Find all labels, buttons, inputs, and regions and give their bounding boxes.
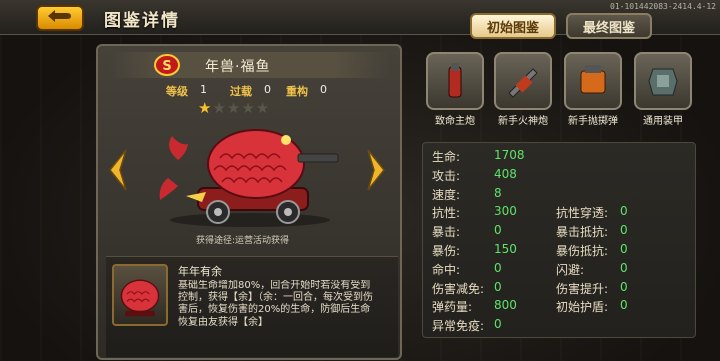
attr-label: 伤害减免:: [432, 281, 485, 296]
page-title: 图鉴详情: [104, 11, 180, 31]
next-arrow-icon[interactable]: [364, 148, 388, 192]
equip-slot-main-cannon[interactable]: [426, 52, 484, 110]
attr-label: 暴伤抵抗:: [556, 244, 609, 258]
attr-label: 异常免疫:: [432, 319, 485, 334]
overload-value: 0: [264, 83, 271, 96]
tab-final-codex[interactable]: 最终图鉴: [566, 13, 652, 39]
attr-label: 抗性:: [432, 206, 461, 221]
star-filled-icon: ★: [198, 99, 213, 117]
star-empty-icon: ★: [212, 99, 227, 117]
attr-value: 0: [620, 242, 628, 256]
attr-label: 初始护盾:: [556, 300, 609, 315]
attr-label: 命中:: [432, 262, 461, 277]
attr-label: 攻击:: [432, 168, 461, 183]
back-arrow-icon: [48, 10, 71, 22]
equip-slot-grenade[interactable]: [564, 52, 622, 110]
attr-value: 0: [494, 223, 502, 238]
attr-label: 速度:: [432, 187, 461, 202]
back-button[interactable]: [36, 5, 84, 31]
attr-value: 8: [494, 185, 502, 200]
cannon-icon: [448, 63, 462, 98]
attr-label: 弹药量:: [432, 300, 473, 315]
equip-label-armor: 通用装甲: [643, 116, 683, 127]
attr-value: 0: [620, 260, 628, 275]
equip-label-main-cannon: 致命主炮: [435, 116, 475, 127]
attr-value: 0: [494, 317, 502, 332]
build-info-text: 01-101442083-2414.4-12: [610, 2, 716, 11]
prev-arrow-icon[interactable]: [106, 148, 130, 192]
attr-value: 800: [494, 298, 517, 313]
star-empty-icon: ★: [255, 99, 271, 117]
attr-value: 300: [494, 204, 517, 219]
grenade-launcher-icon: [580, 65, 606, 94]
attr-label: 抗性穿透:: [556, 206, 609, 221]
attr-label: 暴击抵抗:: [556, 225, 609, 240]
rebuild-value: 0: [320, 83, 327, 96]
unit-name: 年兽·福鱼: [205, 59, 271, 75]
attr-value: 0: [620, 223, 628, 238]
equip-slot-gatling[interactable]: [494, 52, 552, 110]
skill-icon: [112, 264, 168, 326]
equip-label-grenade: 新手抛掷弹: [568, 116, 618, 127]
tab-initial-codex[interactable]: 初始图鉴: [470, 13, 556, 39]
level-value: 1: [200, 83, 207, 96]
vehicle-image: [159, 129, 339, 227]
attr-value: 0: [620, 279, 628, 294]
armor-icon: [648, 68, 678, 96]
attr-value: 0: [620, 204, 628, 219]
origin-text: 获得途径:运营活动获得: [196, 236, 290, 246]
equip-slot-armor[interactable]: [634, 52, 692, 110]
rank-badge-letter: S: [162, 59, 171, 74]
attr-label: 闪避:: [556, 262, 585, 277]
attr-value: 1708: [494, 148, 525, 162]
attr-label: 暴伤:: [432, 244, 461, 258]
attr-value: 408: [494, 166, 517, 181]
attr-value: 0: [494, 260, 502, 275]
overload-label: 过载: [230, 85, 252, 98]
skill-description: 基础生命增加80%，回合开始时若没有受到控制，获得【余】（余：一回合，每次受到伤…: [178, 280, 373, 328]
attr-label: 暴击:: [432, 225, 461, 240]
star-rating: ★★★★★: [198, 99, 270, 117]
attr-label: 伤害提升:: [556, 281, 609, 296]
skill-name: 年年有余: [178, 265, 222, 278]
star-empty-icon: ★: [226, 99, 242, 117]
star-empty-icon: ★: [241, 99, 256, 117]
rebuild-label: 重构: [286, 85, 308, 98]
rank-badge-icon: S: [154, 54, 180, 76]
attr-value: 150: [494, 242, 517, 256]
level-label: 等级: [166, 85, 188, 98]
skill-fish-icon: [120, 279, 160, 317]
attr-label: 生命:: [432, 150, 461, 164]
equip-label-gatling: 新手火神炮: [498, 116, 548, 127]
attr-value: 0: [494, 279, 502, 294]
gatling-icon: [508, 68, 538, 98]
attr-value: 0: [620, 298, 628, 313]
